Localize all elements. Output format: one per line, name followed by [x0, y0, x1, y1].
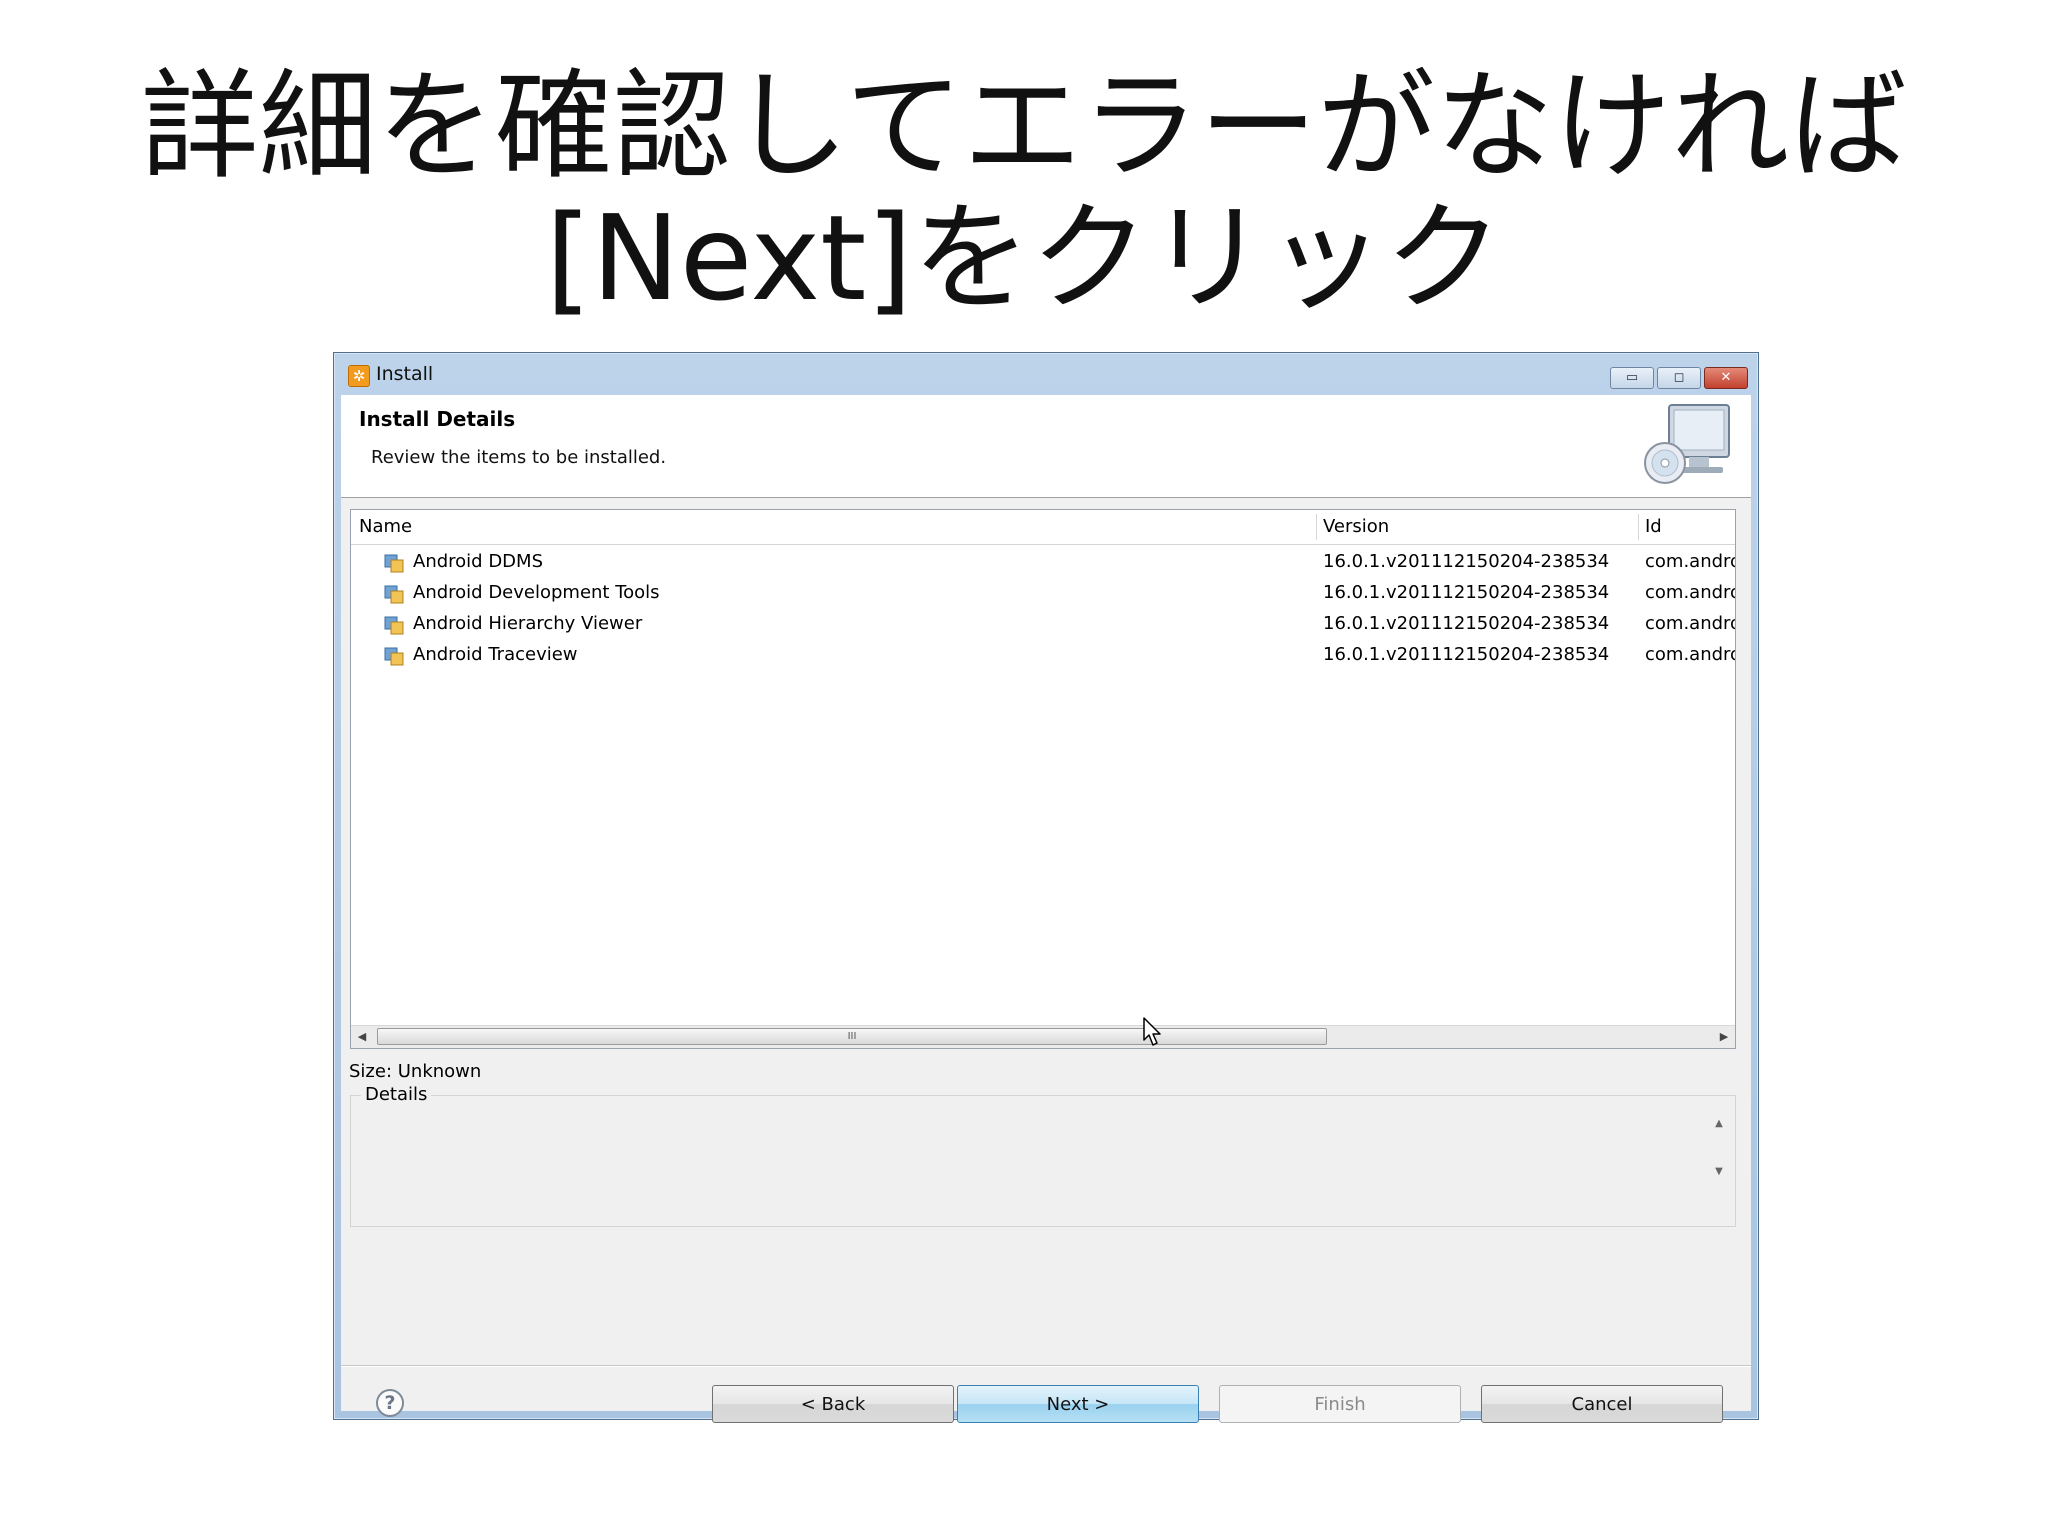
window-title: Install	[376, 363, 434, 385]
maximize-button[interactable]: ◻	[1657, 367, 1701, 389]
cancel-button[interactable]: Cancel	[1481, 1385, 1723, 1423]
next-button[interactable]: Next >	[957, 1385, 1199, 1423]
size-label: Size: Unknown	[349, 1061, 482, 1082]
item-name: Android Hierarchy Viewer	[413, 613, 643, 634]
dialog-client-area: Install Details Review the items to be i…	[341, 395, 1751, 1423]
item-name: Android Development Tools	[413, 582, 660, 603]
scroll-left-arrow-icon[interactable]: ◀	[354, 1029, 370, 1045]
wizard-page-title: Install Details	[359, 407, 516, 431]
item-version: 16.0.1.v201112150204-238534	[1323, 551, 1610, 572]
install-window: ✲ Install ▭ ◻ ✕ Install Details Review t…	[333, 352, 1759, 1423]
scroll-down-arrow-icon[interactable]: ▼	[1711, 1166, 1727, 1177]
table-row[interactable]: Android Development Tools 16.0.1.v201112…	[351, 579, 1735, 610]
feature-icon	[384, 616, 404, 635]
computer-disc-icon	[1644, 404, 1730, 484]
column-separator[interactable]	[1316, 514, 1317, 540]
item-id: com.andro	[1645, 582, 1735, 603]
item-version: 16.0.1.v201112150204-238534	[1323, 613, 1610, 634]
wizard-page-description: Review the items to be installed.	[371, 447, 667, 468]
window-titlebar[interactable]: ✲ Install ▭ ◻ ✕	[334, 353, 1758, 395]
details-group: Details ▲ ▼	[350, 1084, 1736, 1227]
horizontal-scrollbar[interactable]: ◀ III ▶	[351, 1025, 1735, 1048]
column-header-name[interactable]: Name	[359, 516, 412, 537]
button-bar-separator	[341, 1365, 1751, 1367]
slide-title-line1: 詳細を確認してエラーがなければ	[140, 57, 1908, 195]
table-row[interactable]: Android Traceview 16.0.1.v201112150204-2…	[351, 641, 1735, 672]
install-items-table: Name Version Id Android DDMS 16.0.1.v201…	[350, 509, 1736, 1049]
column-header-id[interactable]: Id	[1645, 516, 1662, 537]
slide-title-next-word: [Next]	[545, 189, 913, 327]
column-header-version[interactable]: Version	[1323, 516, 1389, 537]
item-id: com.andro	[1645, 644, 1735, 665]
slide-title: 詳細を確認してエラーがなければ [Next]をクリック	[0, 60, 2048, 324]
table-header: Name Version Id	[351, 510, 1735, 545]
scroll-up-arrow-icon[interactable]: ▲	[1711, 1118, 1727, 1129]
wizard-header: Install Details Review the items to be i…	[341, 395, 1751, 498]
item-name: Android Traceview	[413, 644, 578, 665]
slide-title-line2: [Next]をクリック	[0, 192, 2048, 324]
feature-icon	[384, 585, 404, 604]
close-button[interactable]: ✕	[1704, 367, 1748, 389]
table-row[interactable]: Android Hierarchy Viewer 16.0.1.v2011121…	[351, 610, 1735, 641]
slide-title-click-text: をクリック	[912, 189, 1503, 327]
window-controls: ▭ ◻ ✕	[1610, 367, 1748, 389]
item-name: Android DDMS	[413, 551, 543, 572]
scrollbar-thumb[interactable]: III	[377, 1028, 1327, 1045]
help-icon[interactable]: ?	[376, 1389, 404, 1417]
feature-icon	[384, 554, 404, 573]
minimize-button[interactable]: ▭	[1610, 367, 1654, 389]
table-row[interactable]: Android DDMS 16.0.1.v201112150204-238534…	[351, 548, 1735, 579]
mouse-pointer-icon	[1143, 1017, 1161, 1046]
eclipse-install-icon: ✲	[348, 365, 370, 387]
item-version: 16.0.1.v201112150204-238534	[1323, 644, 1610, 665]
feature-icon	[384, 647, 404, 666]
back-button[interactable]: < Back	[712, 1385, 954, 1423]
details-vertical-scrollbar[interactable]: ▲ ▼	[1711, 1118, 1727, 1186]
details-legend: Details	[361, 1084, 432, 1105]
item-version: 16.0.1.v201112150204-238534	[1323, 582, 1610, 603]
finish-button: Finish	[1219, 1385, 1461, 1423]
item-id: com.andro	[1645, 613, 1735, 634]
column-separator[interactable]	[1638, 514, 1639, 540]
scroll-right-arrow-icon[interactable]: ▶	[1716, 1029, 1732, 1045]
item-id: com.andro	[1645, 551, 1735, 572]
